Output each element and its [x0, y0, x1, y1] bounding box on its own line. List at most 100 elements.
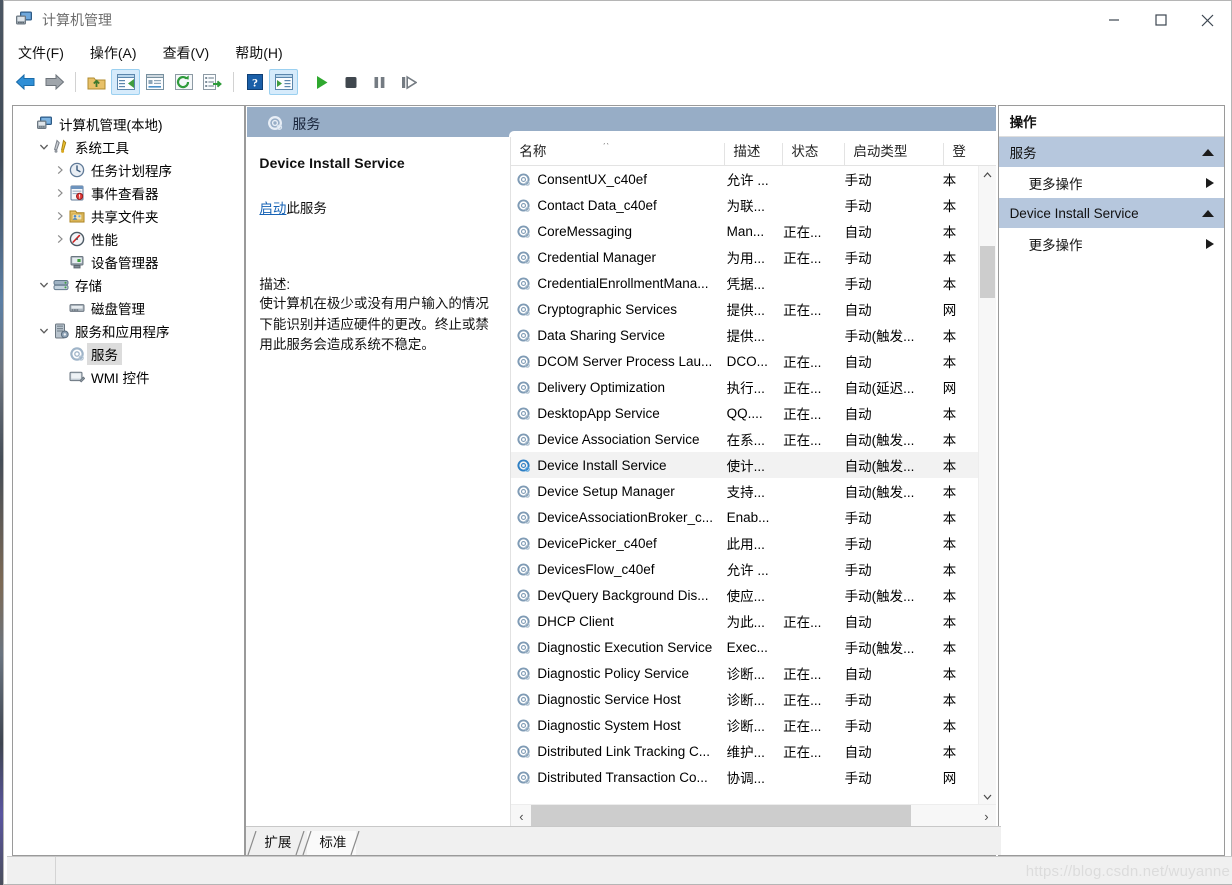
column-header-status[interactable]: 状态 [782, 143, 844, 165]
pause-service-icon[interactable] [365, 69, 394, 95]
actions-group-services[interactable]: 服务 [998, 137, 1224, 167]
table-row[interactable]: Diagnostic Service Host 诊断... 正在... 手动 本 [511, 686, 979, 712]
table-row[interactable]: Credential Manager 为用... 正在... 手动 本 [511, 244, 979, 270]
collapse-chevron-up-icon[interactable] [1202, 148, 1214, 156]
tab-extended[interactable]: 扩展 [247, 831, 305, 855]
actions-more-actions-services[interactable]: 更多操作 [998, 167, 1224, 198]
tree-item-9[interactable]: 服务和应用程序 [13, 319, 244, 342]
tree-item-1[interactable]: 系统工具 [13, 135, 244, 158]
tree-item-5[interactable]: 性能 [13, 227, 244, 250]
services-list[interactable]: 名称 ^ 描述 状态 启动类型 登 ConsentUX_c40ef 允许 ... 手… [510, 137, 997, 827]
forward-icon[interactable] [40, 69, 69, 95]
menu-view[interactable]: 查看(V) [162, 41, 211, 65]
tree-item-0[interactable]: 计算机管理(本地) [13, 112, 244, 135]
menu-file[interactable]: 文件(F) [17, 41, 65, 65]
column-header-name[interactable]: 名称 ^ [511, 143, 724, 165]
tree-item-11[interactable]: WMI 控件 [13, 365, 244, 388]
actions-group-device-install-service[interactable]: Device Install Service [998, 198, 1224, 228]
chevron-down-icon[interactable] [35, 273, 52, 296]
actions-more-actions-device-install-service[interactable]: 更多操作 [998, 228, 1224, 259]
chevron-right-icon[interactable] [51, 181, 68, 204]
table-row[interactable]: Distributed Transaction Co... 协调... 手动 网 [511, 764, 979, 790]
table-row[interactable]: Diagnostic Execution Service Exec... 手动(触发… [511, 634, 979, 660]
table-row[interactable]: Cryptographic Services 提供... 正在... 自动 网 [511, 296, 979, 322]
table-row[interactable]: Device Install Service 使计... 自动(触发... 本 [511, 452, 980, 478]
up-folder-icon[interactable] [82, 69, 111, 95]
close-button[interactable] [1184, 1, 1231, 39]
table-row[interactable]: Contact Data_c40ef 为联... 手动 本 [511, 192, 979, 218]
horizontal-scrollbar-track[interactable] [531, 805, 976, 827]
collapse-chevron-up-icon[interactable] [1202, 209, 1214, 217]
submenu-chevron-right-icon[interactable] [1206, 238, 1214, 249]
table-row[interactable]: DesktopApp Service QQ.... 正在... 自动 本 [511, 400, 979, 426]
scroll-right-icon[interactable]: › [976, 809, 996, 824]
scroll-up-icon[interactable] [979, 166, 996, 183]
status-bar-cell [7, 857, 56, 884]
cell-name: CoreMessaging [511, 224, 722, 239]
scroll-left-icon[interactable]: ‹ [511, 809, 531, 824]
table-row[interactable]: Delivery Optimization 执行... 正在... 自动(延迟... 网 [511, 374, 979, 400]
table-row[interactable]: DeviceAssociationBroker_c... Enab... 手动 本 [511, 504, 979, 530]
horizontal-scrollbar[interactable]: ‹ › [511, 804, 997, 827]
table-row[interactable]: CoreMessaging Man... 正在... 自动 本 [511, 218, 979, 244]
cell-status: 正在... [783, 381, 822, 396]
menu-action[interactable]: 操作(A) [89, 41, 138, 65]
cell-description: 诊断... [726, 719, 765, 734]
minimize-button[interactable] [1090, 1, 1137, 39]
table-row[interactable]: ConsentUX_c40ef 允许 ... 手动 本 [511, 166, 979, 192]
table-row[interactable]: Data Sharing Service 提供... 手动(触发... 本 [511, 322, 979, 348]
restart-service-icon[interactable] [394, 69, 423, 95]
chevron-down-icon[interactable] [35, 135, 52, 158]
cell-name-label: DevicesFlow_c40ef [537, 561, 655, 577]
tree-item-10[interactable]: 服务 [13, 342, 244, 365]
table-row[interactable]: CredentialEnrollmentMana... 凭据... 手动 本 [511, 270, 979, 296]
table-row[interactable]: DevQuery Background Dis... 使应... 手动(触发... 本 [511, 582, 979, 608]
table-row[interactable]: Diagnostic System Host 诊断... 正在... 手动 本 [511, 712, 979, 738]
show-tree-icon[interactable] [111, 69, 140, 95]
cell-name-label: Cryptographic Services [537, 301, 677, 317]
tab-standard[interactable]: 标准 [302, 831, 360, 855]
cell-logon-as: 本 [942, 745, 957, 760]
vertical-scrollbar-thumb[interactable] [980, 246, 996, 298]
tree-item-8[interactable]: 磁盘管理 [13, 296, 244, 319]
table-row[interactable]: Device Association Service 在系... 正在... 自动(触… [511, 426, 979, 452]
properties-icon[interactable] [140, 69, 169, 95]
stop-service-icon[interactable] [336, 69, 365, 95]
column-header-description[interactable]: 描述 [724, 143, 782, 165]
tree-item-4[interactable]: 共享文件夹 [13, 204, 244, 227]
horizontal-scrollbar-thumb[interactable] [531, 805, 912, 827]
table-row[interactable]: DevicesFlow_c40ef 允许 ... 手动 本 [511, 556, 979, 582]
maximize-button[interactable] [1137, 1, 1184, 39]
scroll-down-icon[interactable] [979, 788, 996, 805]
table-row[interactable]: DHCP Client 为此... 正在... 自动 本 [511, 608, 979, 634]
chevron-right-icon[interactable] [51, 158, 68, 181]
tree-item-2[interactable]: 任务计划程序 [13, 158, 244, 181]
column-header-logon[interactable]: 登 [943, 143, 983, 165]
export-list-icon[interactable] [198, 69, 227, 95]
refresh-icon[interactable] [169, 69, 198, 95]
tree-item-3[interactable]: 事件查看器 [13, 181, 244, 204]
submenu-chevron-right-icon[interactable] [1206, 177, 1214, 188]
table-row[interactable]: Diagnostic Policy Service 诊断... 正在... 自动 本 [511, 660, 979, 686]
tree-item-7[interactable]: 存储 [13, 273, 244, 296]
cell-name: Diagnostic System Host [511, 718, 722, 733]
table-row[interactable]: DevicePicker_c40ef 此用... 手动 本 [511, 530, 979, 556]
chevron-right-icon[interactable] [51, 227, 68, 250]
vertical-scrollbar[interactable] [978, 166, 997, 805]
column-header-startup[interactable]: 启动类型 [844, 143, 943, 165]
service-gear-icon [516, 484, 531, 499]
chevron-down-icon[interactable] [35, 319, 52, 342]
console-tree-pane[interactable]: 计算机管理(本地) 系统工具 任务计划程序 事件查看器 共享文件夹 性能 设备管理器 存储 磁盘… [12, 105, 246, 856]
cell-startup-type: 自动 [844, 667, 872, 682]
tree-item-6[interactable]: 设备管理器 [13, 250, 244, 273]
start-service-link[interactable]: 启动 [259, 201, 286, 216]
back-icon[interactable] [11, 69, 40, 95]
table-row[interactable]: Device Setup Manager 支持... 自动(触发... 本 [511, 478, 979, 504]
chevron-right-icon[interactable] [51, 204, 68, 227]
table-row[interactable]: DCOM Server Process Lau... DCO... 正在... 自动 本 [511, 348, 979, 374]
menu-help[interactable]: 帮助(H) [234, 41, 283, 65]
start-service-icon[interactable] [307, 69, 336, 95]
table-row[interactable]: Distributed Link Tracking C... 维护... 正在...… [511, 738, 979, 764]
show-action-pane-icon[interactable] [269, 69, 298, 95]
help-icon[interactable]: ? [240, 69, 269, 95]
